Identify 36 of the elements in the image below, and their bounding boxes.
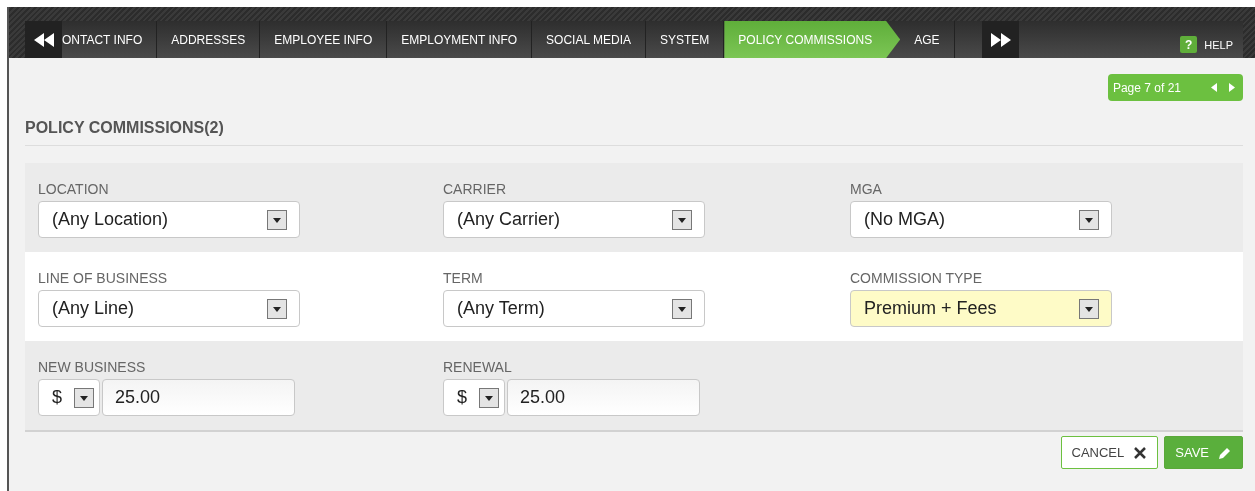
tab[interactable]: ONTACT INFO bbox=[62, 21, 158, 58]
field-label: LINE OF BUSINESS bbox=[38, 270, 169, 286]
tab[interactable]: EMPLOYEE INFO bbox=[260, 21, 388, 58]
dropdown-field[interactable]: (No MGA) bbox=[850, 201, 1112, 238]
fast-forward-icon bbox=[990, 32, 1011, 47]
amount-input[interactable]: 25.00 bbox=[102, 379, 295, 416]
tab[interactable]: SYSTEM bbox=[646, 21, 725, 58]
tab[interactable]: SOCIAL MEDIA bbox=[532, 21, 646, 58]
scroll-forward-button[interactable] bbox=[982, 21, 1019, 58]
pencil-icon bbox=[1218, 445, 1232, 460]
rewind-icon bbox=[33, 32, 54, 47]
field-label: MGA bbox=[850, 181, 883, 197]
scroll-back-button[interactable] bbox=[25, 21, 62, 58]
field-label: RENEWAL bbox=[443, 359, 513, 375]
dropdown-field[interactable]: (Any Term) bbox=[443, 290, 705, 327]
dropdown-field[interactable]: Premium + Fees bbox=[850, 290, 1112, 327]
tab[interactable]: AGE bbox=[900, 21, 955, 58]
currency-dropdown[interactable]: $ bbox=[443, 379, 505, 416]
page-indicator: Page 7 of 21 bbox=[1112, 80, 1181, 95]
dropdown-field[interactable]: (Any Location) bbox=[38, 201, 300, 238]
tab[interactable]: ADDRESSES bbox=[157, 21, 261, 58]
dropdown-field[interactable]: (Any Line) bbox=[38, 290, 300, 327]
currency-dropdown[interactable]: $ bbox=[38, 379, 100, 416]
field-label: COMMISSION TYPE bbox=[850, 270, 983, 286]
section-title: POLICY COMMISSIONS(2) bbox=[25, 119, 1243, 146]
field-label: LOCATION bbox=[38, 181, 110, 197]
close-icon bbox=[1133, 445, 1148, 460]
field-label: NEW BUSINESS bbox=[38, 359, 147, 375]
dropdown-field[interactable]: (Any Carrier) bbox=[443, 201, 705, 238]
help-button[interactable]: ? HELP bbox=[1180, 21, 1243, 58]
help-icon: ? bbox=[1180, 36, 1198, 53]
amount-input[interactable]: 25.00 bbox=[507, 379, 700, 416]
cancel-button[interactable]: CANCEL bbox=[1060, 436, 1159, 469]
field-label: TERM bbox=[443, 270, 484, 286]
tab[interactable]: EMPLOYMENT INFO bbox=[387, 21, 533, 58]
field-label: CARRIER bbox=[443, 181, 507, 197]
